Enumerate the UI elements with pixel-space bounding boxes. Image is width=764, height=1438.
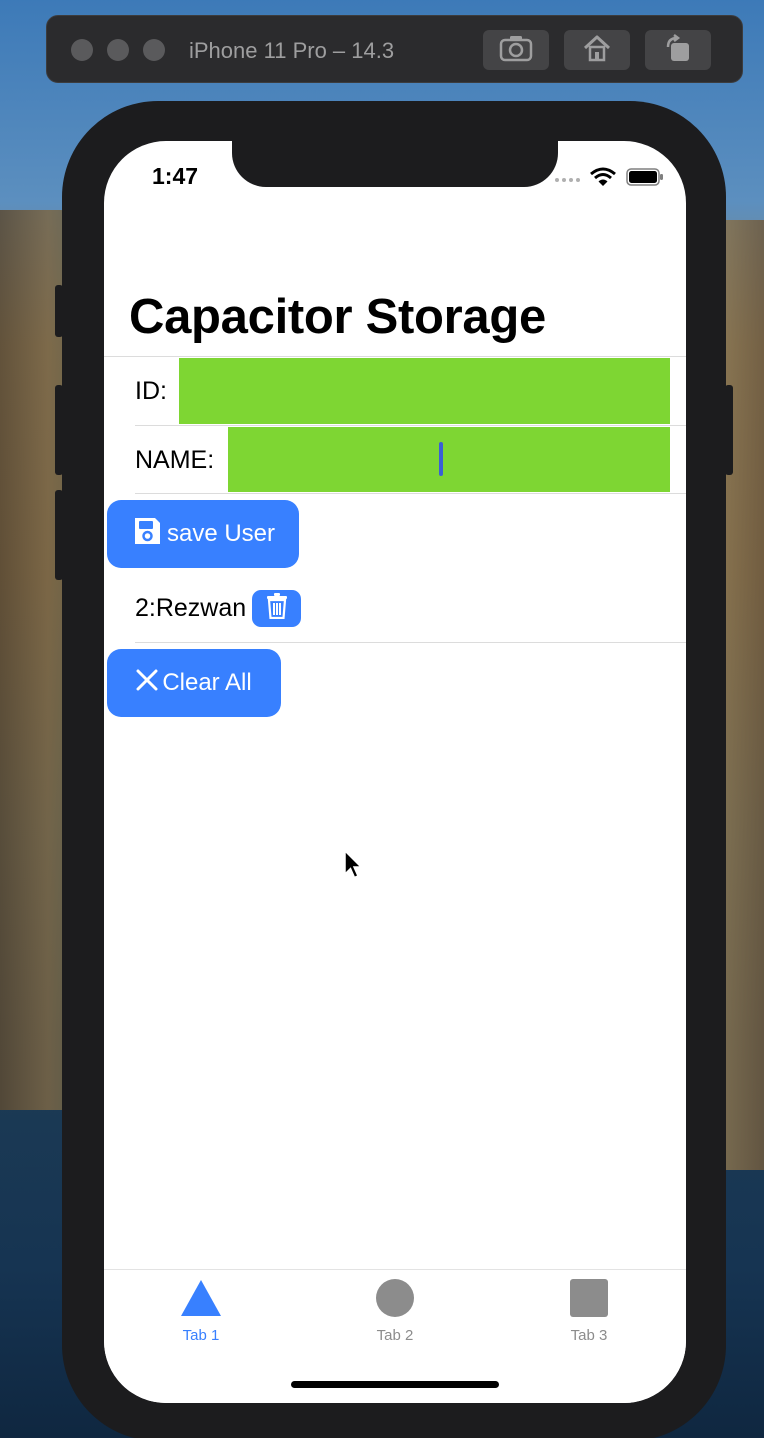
- home-button[interactable]: [564, 30, 630, 70]
- user-list-item: 2:Rezwan: [135, 594, 247, 622]
- home-indicator: [291, 1381, 499, 1388]
- rotate-icon: [663, 33, 693, 68]
- id-label: ID:: [135, 377, 167, 405]
- tab-2[interactable]: Tab 2: [298, 1278, 492, 1344]
- text-caret: [439, 442, 443, 476]
- cellular-dots-icon: [555, 177, 580, 182]
- simulator-title: iPhone 11 Pro – 14.3: [189, 38, 395, 63]
- square-icon: [569, 1278, 609, 1323]
- volume-up-button: [55, 385, 63, 475]
- status-time: 1:47: [152, 163, 199, 189]
- device-screen: 1:47 Capacitor Storage ID: NAME: save Us…: [104, 141, 686, 1403]
- volume-down-button: [55, 490, 63, 580]
- wifi-icon: [590, 167, 616, 192]
- name-input[interactable]: [228, 427, 670, 492]
- list-item-divider: [135, 642, 686, 643]
- zoom-window-button[interactable]: [143, 39, 165, 61]
- status-icons: [555, 167, 664, 192]
- tab-2-label: Tab 2: [376, 1327, 414, 1344]
- screenshot-button[interactable]: [483, 30, 549, 70]
- name-row-divider: [135, 493, 686, 494]
- save-user-label: save User: [166, 520, 276, 547]
- save-icon: [131, 515, 163, 554]
- tab-1-label: Tab 1: [182, 1327, 220, 1344]
- close-icon: [136, 669, 158, 698]
- id-input[interactable]: [179, 358, 670, 424]
- clear-all-label: Clear All: [162, 669, 252, 696]
- notch: [232, 141, 558, 187]
- trash-icon: [266, 593, 288, 624]
- simulator-title-bar: iPhone 11 Pro – 14.3: [46, 15, 743, 83]
- page-title: Capacitor Storage: [129, 290, 546, 344]
- mouse-pointer-icon: [343, 849, 363, 885]
- side-button: [725, 385, 733, 475]
- tab-1[interactable]: Tab 1: [104, 1278, 298, 1344]
- name-label: NAME:: [135, 446, 215, 474]
- clear-all-button[interactable]: Clear All: [107, 649, 281, 717]
- delete-user-button[interactable]: [252, 590, 301, 627]
- home-icon: [582, 34, 612, 67]
- battery-icon: [626, 167, 664, 192]
- id-row-divider: [135, 425, 686, 426]
- rotate-button[interactable]: [645, 30, 711, 70]
- triangle-icon: [179, 1278, 223, 1323]
- save-user-button[interactable]: save User: [107, 500, 299, 568]
- header-divider: [104, 356, 686, 357]
- minimize-window-button[interactable]: [107, 39, 129, 61]
- mute-switch: [55, 285, 63, 337]
- screenshot-icon: [499, 34, 533, 67]
- circle-icon: [375, 1278, 415, 1323]
- tab-3[interactable]: Tab 3: [492, 1278, 686, 1344]
- tab-3-label: Tab 3: [570, 1327, 608, 1344]
- close-window-button[interactable]: [71, 39, 93, 61]
